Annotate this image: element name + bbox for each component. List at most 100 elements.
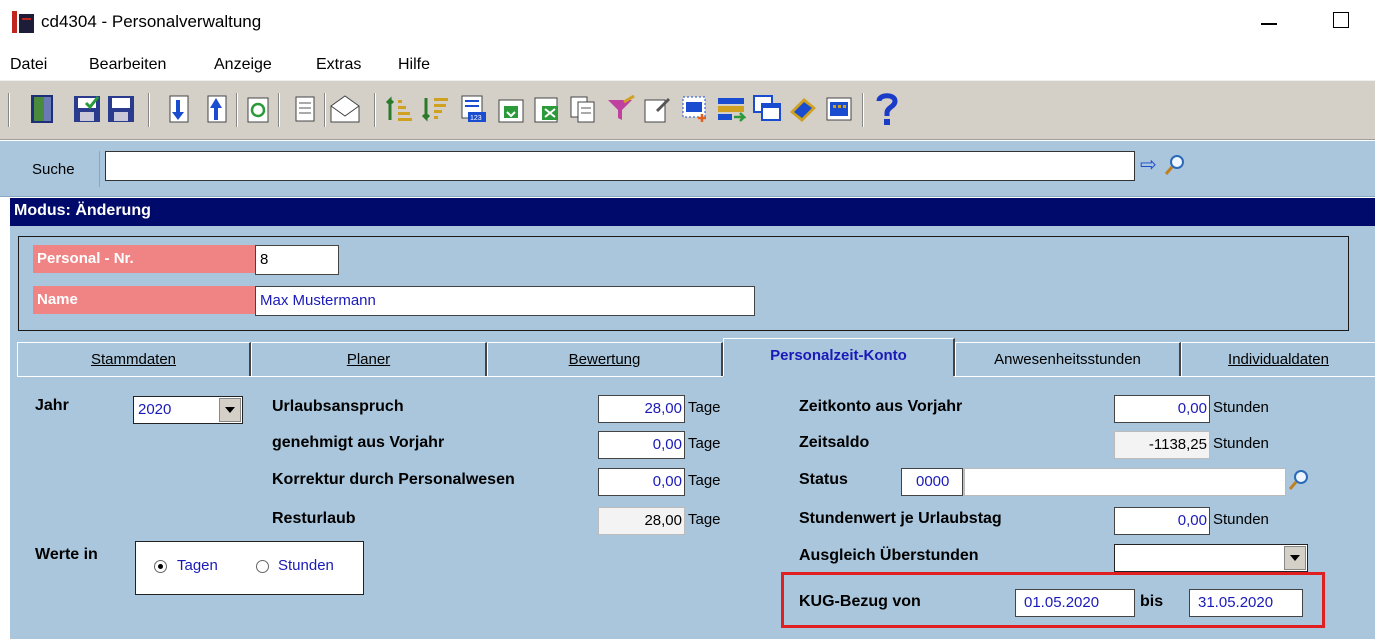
- tab-individualdaten[interactable]: Individualdaten: [1181, 342, 1375, 376]
- search-input[interactable]: [105, 151, 1135, 181]
- kug-from-field[interactable]: 01.05.2020: [1015, 589, 1135, 617]
- search-label: Suche: [10, 151, 100, 187]
- list-transfer-button[interactable]: [714, 89, 748, 129]
- import-icon: [498, 99, 524, 123]
- status-text-field: [964, 468, 1286, 496]
- save-button[interactable]: [104, 89, 138, 129]
- app-icon: [12, 11, 34, 33]
- arrow-down-doc-icon: [169, 95, 189, 123]
- arrow-right-icon[interactable]: ⇨: [1140, 155, 1162, 177]
- numbers-doc-icon: 123: [461, 95, 486, 122]
- main-panel: Personal - Nr. 8 Name Max Mustermann Sta…: [10, 226, 1375, 639]
- unit-stunden: Stunden: [1213, 399, 1269, 416]
- unit-tage: Tage: [688, 399, 721, 416]
- tab-planer[interactable]: Planer: [251, 342, 487, 376]
- calculator-icon: [826, 97, 852, 121]
- prev-record-button[interactable]: [198, 89, 232, 129]
- excel-button[interactable]: [530, 89, 564, 129]
- urlaubsanspruch-field[interactable]: 28,00: [598, 395, 685, 423]
- edit-doc-icon: [644, 98, 670, 123]
- import-button[interactable]: [494, 89, 528, 129]
- help-icon: [876, 93, 898, 125]
- zeitkonto-field[interactable]: 0,00: [1114, 395, 1210, 423]
- korrektur-field[interactable]: 0,00: [598, 468, 685, 496]
- status-code-field[interactable]: 0000: [901, 468, 963, 496]
- tab-label: Personalzeit-Konto: [770, 347, 907, 364]
- name-label: Name: [33, 286, 265, 314]
- radio-stunden[interactable]: [256, 560, 269, 573]
- tab-personalzeit-konto[interactable]: Personalzeit-Konto: [723, 338, 955, 376]
- document-view-icon: [295, 96, 315, 122]
- next-record-button[interactable]: [160, 89, 194, 129]
- tab-label: Planer: [346, 351, 391, 368]
- menu-extras[interactable]: Extras: [316, 56, 361, 74]
- menu-hilfe[interactable]: Hilfe: [398, 56, 430, 74]
- envelope-icon: [330, 95, 360, 123]
- kug-to-field[interactable]: 31.05.2020: [1189, 589, 1303, 617]
- help-button[interactable]: [870, 89, 904, 129]
- add-grid-icon: [682, 96, 706, 122]
- sort-desc-button[interactable]: [418, 89, 452, 129]
- edit-button[interactable]: [640, 89, 674, 129]
- filter-icon: [608, 94, 635, 120]
- magnifier-icon[interactable]: [1287, 468, 1311, 492]
- maximize-button[interactable]: [1333, 12, 1349, 28]
- minimize-button[interactable]: [1259, 10, 1281, 32]
- resturlaub-value: 28,00: [598, 507, 685, 535]
- header-box: Personal - Nr. 8 Name Max Mustermann: [18, 236, 1349, 331]
- werte-in-radio-group: Tagen Stunden: [135, 541, 364, 595]
- tab-divider: [954, 376, 1375, 377]
- windows-icon: [753, 95, 781, 121]
- personal-nr-field[interactable]: 8: [255, 245, 339, 275]
- genehmigt-field[interactable]: 0,00: [598, 431, 685, 459]
- exit-door-button[interactable]: [26, 89, 60, 129]
- sort-ascending-icon: [385, 96, 412, 121]
- calculator-button[interactable]: [822, 89, 856, 129]
- jahr-label: Jahr: [35, 397, 69, 414]
- ausgleich-select[interactable]: [1114, 544, 1308, 572]
- filter-button[interactable]: [604, 89, 638, 129]
- windows-button[interactable]: [750, 89, 784, 129]
- tab-stammdaten[interactable]: Stammdaten: [17, 342, 251, 376]
- urlaubsanspruch-label: Urlaubsanspruch: [272, 398, 404, 415]
- numbers-button[interactable]: 123: [456, 89, 490, 129]
- tab-label: Stammdaten: [90, 351, 177, 368]
- tab-anwesenheitsstunden[interactable]: Anwesenheitsstunden: [955, 342, 1181, 376]
- menu-anzeige[interactable]: Anzeige: [214, 56, 272, 74]
- unit-tage: Tage: [688, 435, 721, 452]
- toolbar: 123: [0, 80, 1375, 140]
- refresh-button[interactable]: [240, 89, 274, 129]
- jahr-select[interactable]: 2020: [133, 396, 243, 424]
- chevron-down-icon[interactable]: [219, 398, 241, 422]
- radio-tagen-label[interactable]: Tagen: [177, 557, 218, 574]
- stundenwert-field[interactable]: 0,00: [1114, 507, 1210, 535]
- toolbar-separator: [8, 93, 10, 127]
- excel-icon: [534, 97, 558, 123]
- radio-tagen[interactable]: [154, 560, 167, 573]
- tab-label: Anwesenheitsstunden: [994, 351, 1141, 368]
- save-check-button[interactable]: [70, 89, 104, 129]
- copy-button[interactable]: [566, 89, 600, 129]
- book-button[interactable]: [786, 89, 820, 129]
- tab-label: Bewertung: [568, 351, 641, 368]
- name-field[interactable]: Max Mustermann: [255, 286, 755, 316]
- menu-bearbeiten[interactable]: Bearbeiten: [89, 56, 166, 74]
- save-check-icon: [74, 96, 100, 122]
- radio-stunden-label[interactable]: Stunden: [278, 557, 334, 574]
- sort-asc-button[interactable]: [382, 89, 416, 129]
- personal-nr-label: Personal - Nr.: [33, 245, 265, 273]
- door-exit-icon: [31, 95, 53, 123]
- magnifier-icon[interactable]: [1163, 153, 1187, 177]
- status-label: Status: [799, 471, 848, 488]
- view-button[interactable]: [286, 89, 320, 129]
- mail-button[interactable]: [328, 89, 362, 129]
- add-grid-button[interactable]: [678, 89, 712, 129]
- chevron-down-icon[interactable]: [1284, 546, 1306, 570]
- korrektur-label: Korrektur durch Personalwesen: [272, 471, 515, 488]
- genehmigt-label: genehmigt aus Vorjahr: [272, 434, 445, 451]
- unit-tage: Tage: [688, 472, 721, 489]
- menu-datei[interactable]: Datei: [10, 56, 47, 74]
- tab-bewertung[interactable]: Bewertung: [487, 342, 723, 376]
- toolbar-separator: [278, 93, 280, 127]
- zeitsaldo-label: Zeitsaldo: [799, 434, 870, 451]
